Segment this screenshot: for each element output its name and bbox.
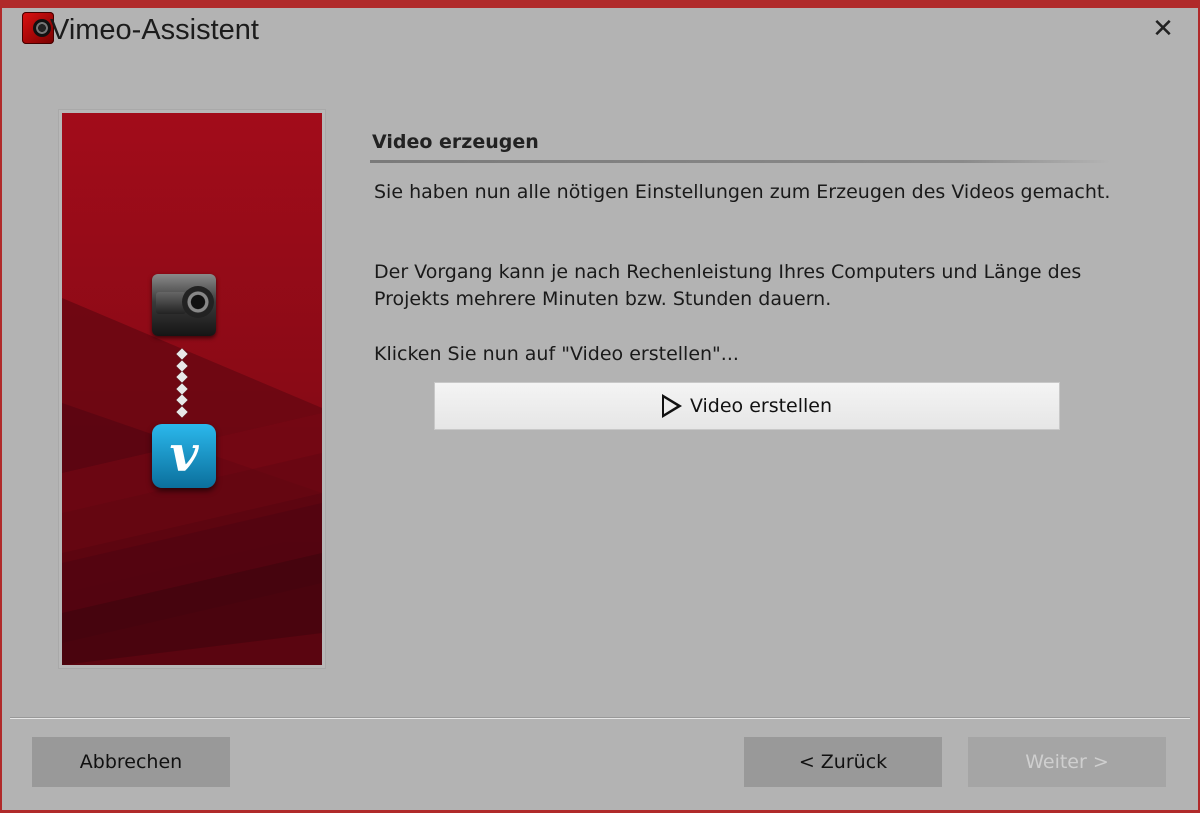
connector-dot xyxy=(176,405,188,418)
vimeo-icon: v xyxy=(152,424,216,488)
connector-dot xyxy=(176,359,188,372)
title-bar: Vimeo-Assistent ✕ xyxy=(10,10,1190,52)
connector-dots xyxy=(176,348,188,419)
instruction-paragraph-1: Sie haben nun alle nötigen Einstellungen… xyxy=(374,181,1111,203)
window-title: Vimeo-Assistent xyxy=(50,14,259,46)
connector-dot xyxy=(176,371,188,383)
sidebar-art-panel xyxy=(62,113,322,665)
cancel-button[interactable]: Abbrechen xyxy=(32,737,230,787)
section-heading: Video erzeugen xyxy=(372,131,539,153)
create-video-label: Video erstellen xyxy=(689,395,833,417)
window-top-border xyxy=(0,0,1200,8)
connector-dot xyxy=(176,394,188,406)
next-button[interactable]: Weiter > xyxy=(968,737,1166,787)
instruction-paragraph-3: Klicken Sie nun auf "Video erstellen"... xyxy=(374,343,739,365)
close-button[interactable]: ✕ xyxy=(1148,14,1178,44)
footer-divider xyxy=(10,718,1190,719)
red-stripes-background xyxy=(62,113,322,665)
window-left-border xyxy=(0,0,2,813)
back-button[interactable]: < Zurück xyxy=(744,737,942,787)
connector-dot xyxy=(176,348,188,360)
connector-dot xyxy=(176,382,188,395)
create-video-button[interactable]: Video erstellen xyxy=(434,382,1060,430)
play-icon xyxy=(661,394,682,418)
section-divider xyxy=(370,160,1110,163)
vimeo-glyph: v xyxy=(169,424,199,483)
camera-icon xyxy=(152,274,216,336)
instruction-paragraph-2: Der Vorgang kann je nach Rechenleistung … xyxy=(374,261,1082,310)
camera-lens xyxy=(182,286,214,318)
